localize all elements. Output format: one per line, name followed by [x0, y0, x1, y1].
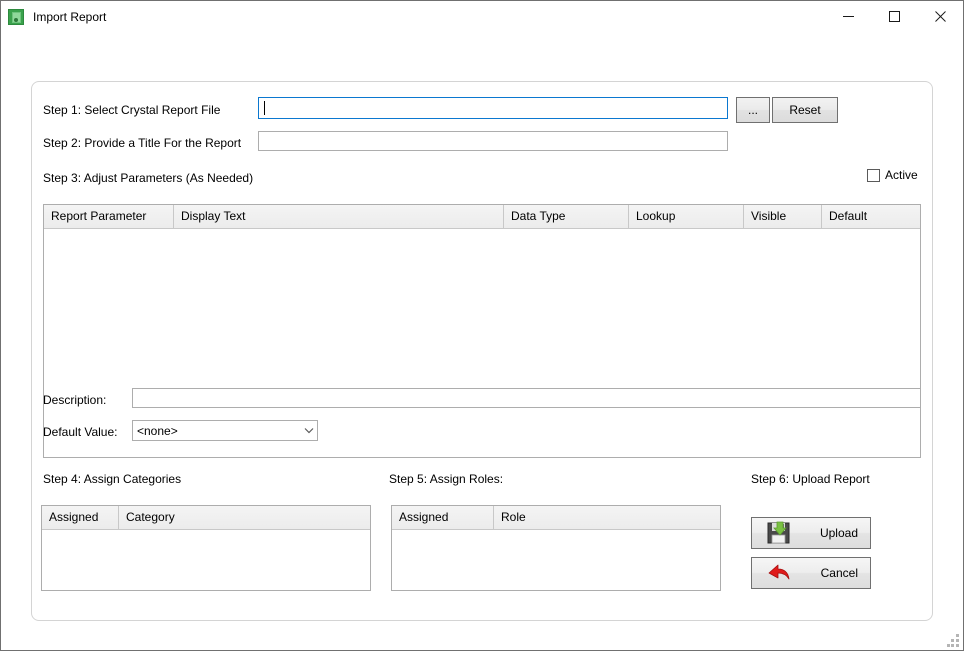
active-checkbox-row[interactable]: Active: [867, 168, 918, 182]
description-label: Description:: [43, 393, 107, 407]
upload-button-label: Upload: [819, 526, 858, 540]
default-value-select[interactable]: <none>: [132, 420, 318, 441]
import-report-window: Import Report Step 1: Select Crystal Rep…: [0, 0, 964, 651]
import-report-panel: Step 1: Select Crystal Report File ... R…: [31, 81, 933, 621]
crystal-report-file-input[interactable]: [258, 97, 728, 119]
close-icon: [934, 11, 946, 22]
assign-categories-grid-body[interactable]: [42, 530, 370, 590]
default-value-selected: <none>: [137, 423, 178, 438]
active-checkbox[interactable]: [867, 168, 880, 182]
report-app-icon: [8, 8, 24, 25]
step2-label: Step 2: Provide a Title For the Report: [43, 136, 242, 150]
window-title: Import Report: [33, 9, 107, 24]
column-header-assigned-role[interactable]: Assigned: [392, 506, 494, 529]
report-title-input[interactable]: [258, 131, 728, 151]
browse-file-button[interactable]: ...: [736, 97, 770, 123]
title-bar: Import Report: [1, 1, 963, 32]
window-controls: [825, 1, 963, 32]
step6-label: Step 6: Upload Report: [751, 472, 870, 486]
column-header-default[interactable]: Default: [822, 205, 920, 228]
assign-categories-grid[interactable]: Assigned Category: [41, 505, 371, 591]
red-undo-arrow-icon: [766, 560, 792, 586]
step4-label: Step 4: Assign Categories: [43, 472, 182, 486]
default-value-label: Default Value:: [43, 425, 118, 439]
assign-roles-grid-header: Assigned Role: [392, 506, 720, 530]
column-header-assigned-category[interactable]: Assigned: [42, 506, 119, 529]
cancel-button-label: Cancel: [820, 566, 858, 580]
step3-label: Step 3: Adjust Parameters (As Needed): [43, 171, 254, 185]
minimize-button[interactable]: [825, 1, 871, 32]
reset-button[interactable]: Reset: [772, 97, 838, 123]
resize-grip[interactable]: [947, 634, 960, 647]
cancel-button[interactable]: Cancel: [751, 557, 871, 589]
column-header-lookup[interactable]: Lookup: [629, 205, 744, 228]
chevron-down-icon[interactable]: [300, 427, 317, 434]
minimize-icon: [842, 16, 854, 17]
maximize-button[interactable]: [871, 1, 917, 32]
column-header-display-text[interactable]: Display Text: [174, 205, 504, 228]
description-input[interactable]: [132, 388, 921, 408]
maximize-icon: [888, 11, 900, 22]
column-header-visible[interactable]: Visible: [744, 205, 822, 228]
report-parameters-grid-header: Report Parameter Display Text Data Type …: [44, 205, 920, 229]
column-header-data-type[interactable]: Data Type: [504, 205, 629, 228]
text-caret: [264, 101, 265, 115]
column-header-role[interactable]: Role: [494, 506, 720, 529]
column-header-category[interactable]: Category: [119, 506, 370, 529]
floppy-disk-save-icon: [766, 520, 792, 546]
assign-roles-grid[interactable]: Assigned Role: [391, 505, 721, 591]
column-header-report-parameter[interactable]: Report Parameter: [44, 205, 174, 228]
active-checkbox-label: Active: [885, 168, 918, 182]
report-app-icon-glyph: [12, 11, 21, 23]
assign-categories-grid-header: Assigned Category: [42, 506, 370, 530]
step1-label: Step 1: Select Crystal Report File: [43, 103, 221, 117]
assign-roles-grid-body[interactable]: [392, 530, 720, 590]
step5-label: Step 5: Assign Roles:: [389, 472, 504, 486]
close-button[interactable]: [917, 1, 963, 32]
upload-button[interactable]: Upload: [751, 517, 871, 549]
